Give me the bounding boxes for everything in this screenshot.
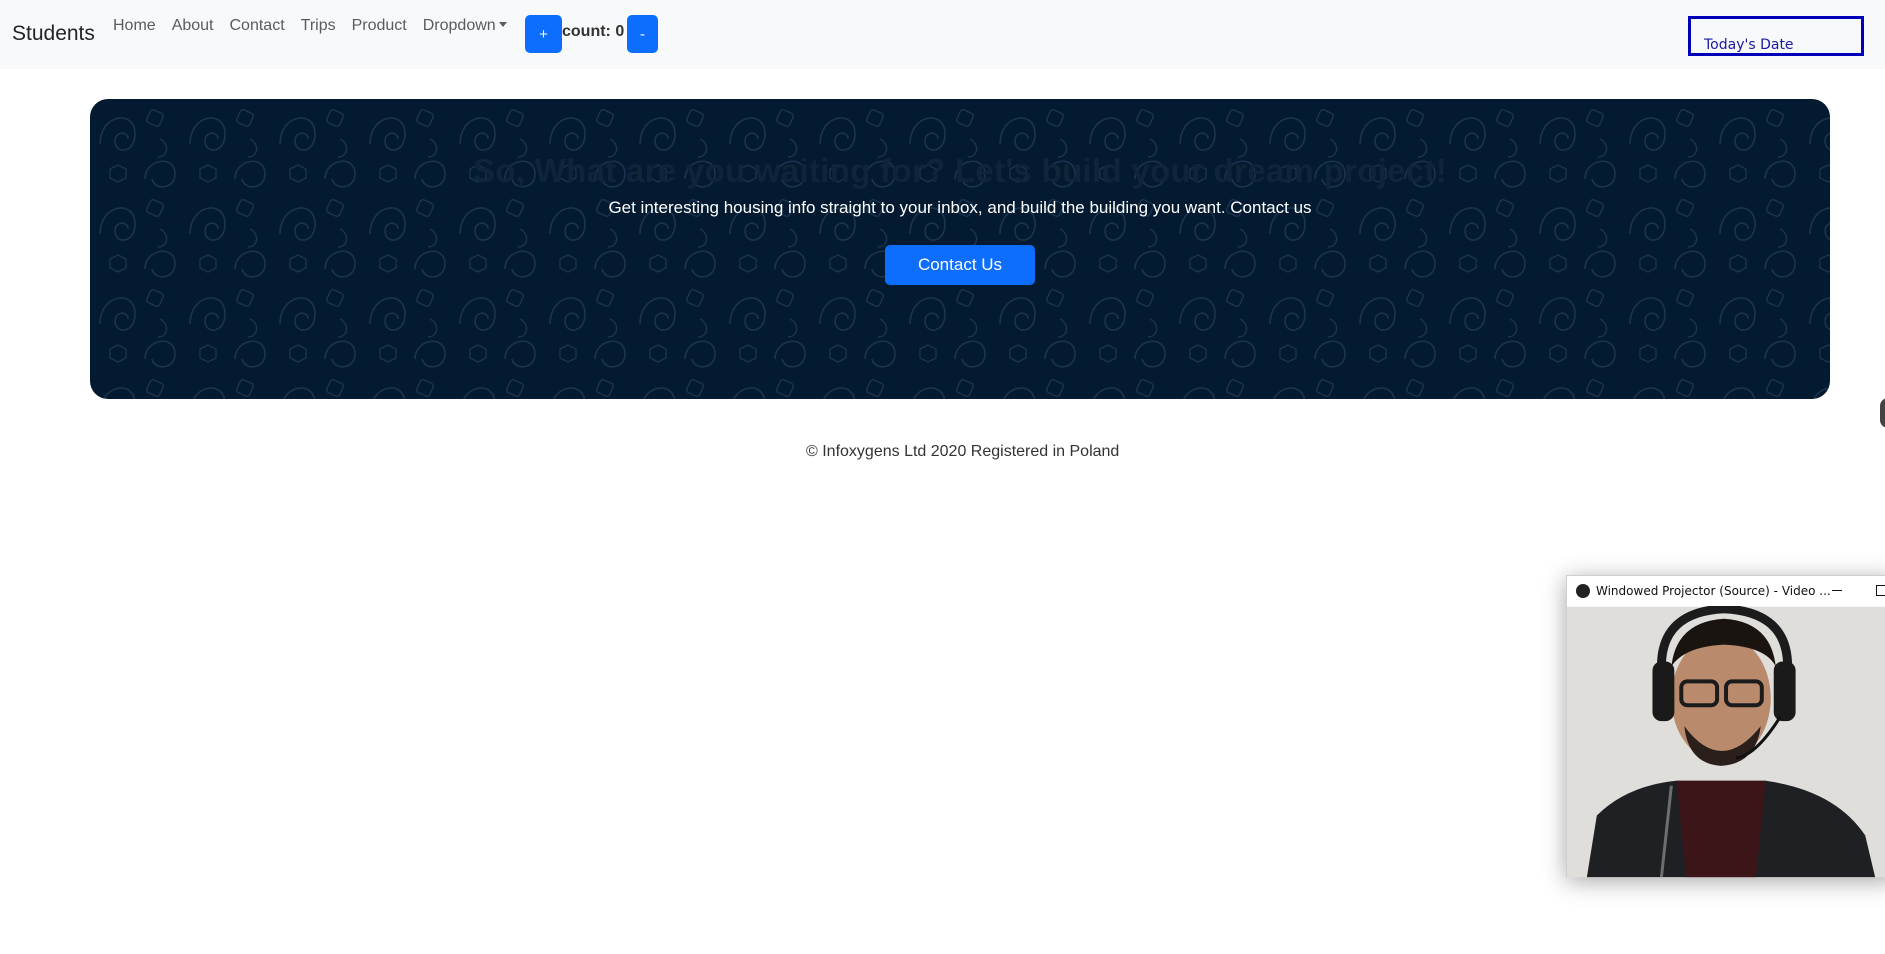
maximize-icon[interactable] [1876, 585, 1885, 596]
nav-links: Home About Contact Trips Product Dropdow… [113, 17, 523, 35]
count-display: count: 0 [562, 23, 625, 40]
contact-us-button[interactable]: Contact Us [885, 245, 1035, 285]
navbar: Students Home About Contact Trips Produc… [0, 0, 1885, 69]
projector-window[interactable]: Windowed Projector (Source) - Video ... [1566, 575, 1885, 878]
todays-date-box: Today's Date [1688, 16, 1864, 56]
nav-dropdown-label: Dropdown [422, 17, 496, 34]
footer-text: © Infoxygens Ltd 2020 Registered in Pola… [806, 443, 1120, 460]
caret-down-icon [498, 22, 507, 27]
obs-logo-icon [1576, 584, 1590, 598]
minimize-icon[interactable] [1832, 590, 1842, 591]
nav-link-contact[interactable]: Contact [230, 17, 285, 35]
nav-link-trips[interactable]: Trips [301, 17, 336, 35]
nav-link-about[interactable]: About [172, 17, 214, 35]
hero-subtitle: Get interesting housing info straight to… [608, 198, 1312, 217]
nav-dropdown-toggle[interactable]: Dropdown [423, 17, 507, 35]
webcam-video [1567, 606, 1885, 878]
projector-title: Windowed Projector (Source) - Video ... [1596, 584, 1831, 598]
side-scroll-tab[interactable] [1880, 398, 1885, 428]
nav-link-product[interactable]: Product [352, 17, 407, 35]
increment-button[interactable]: + [525, 15, 562, 53]
projector-titlebar[interactable]: Windowed Projector (Source) - Video ... [1567, 576, 1885, 606]
nav-link-home[interactable]: Home [113, 17, 156, 35]
decrement-button[interactable]: - [627, 15, 658, 53]
hero-title: So, What are you waiting for? Let's buil… [472, 152, 1448, 189]
cta-banner: So, What are you waiting for? Let's buil… [90, 99, 1830, 399]
navbar-brand[interactable]: Students [12, 22, 95, 46]
